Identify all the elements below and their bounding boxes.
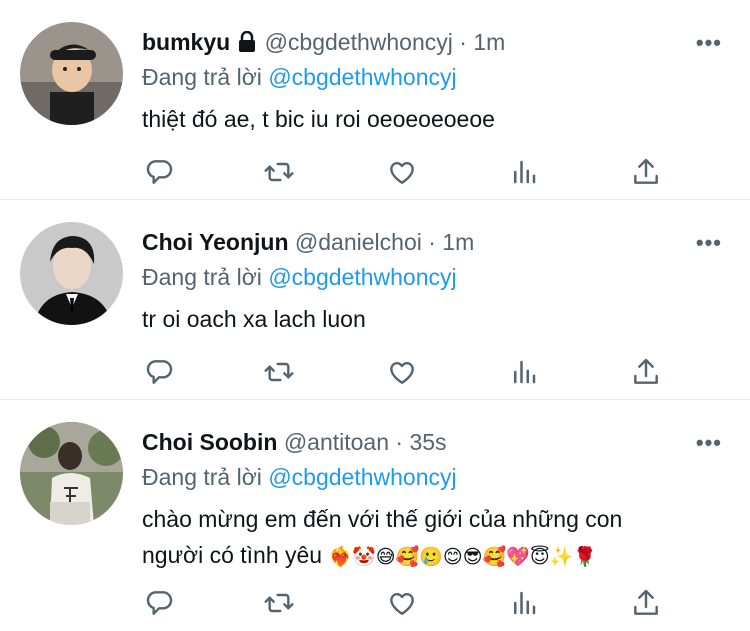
reply-icon[interactable] <box>141 154 177 190</box>
user-handle[interactable]: @cbgdethwhoncyj <box>265 29 453 55</box>
tweet-text: thiệt đó ae, t bic iu roi oeoeoeoeoe <box>142 106 495 132</box>
display-name[interactable]: Choi Yeonjun <box>142 229 289 255</box>
display-name[interactable]: bumkyu <box>142 29 230 55</box>
more-options-icon[interactable]: ••• <box>696 30 722 56</box>
like-icon[interactable] <box>384 354 420 390</box>
replying-prefix: Đang trả lời <box>142 464 262 490</box>
analytics-icon[interactable] <box>506 354 542 390</box>
more-options-icon[interactable]: ••• <box>696 230 722 256</box>
replying-to-handle[interactable]: @cbgdethwhoncyj <box>268 64 456 90</box>
replying-to: Đang trả lời @cbgdethwhoncyj <box>142 262 457 292</box>
tweet-text-line: người có tình yêu ❤️‍🔥🤡😅🥰🥲😊😎🥰💖😇✨🌹 <box>142 537 722 575</box>
emoji-sequence: ❤️‍🔥🤡😅🥰🥲😊😎🥰💖😇✨🌹 <box>328 546 597 568</box>
share-icon[interactable] <box>628 354 664 390</box>
timestamp[interactable]: 1m <box>442 229 474 255</box>
analytics-icon[interactable] <box>506 585 542 621</box>
tweet-text-part: người có tình yêu <box>142 542 323 568</box>
share-icon[interactable] <box>628 585 664 621</box>
user-handle[interactable]: @danielchoi <box>295 229 422 255</box>
timestamp[interactable]: 1m <box>473 29 505 55</box>
separator-dot: · <box>459 29 467 55</box>
timestamp[interactable]: 35s <box>409 429 446 455</box>
avatar[interactable] <box>20 22 123 125</box>
replying-prefix: Đang trả lời <box>142 264 262 290</box>
retweet-icon[interactable] <box>261 585 297 621</box>
replying-prefix: Đang trả lời <box>142 64 262 90</box>
tweet-text-line: chào mừng em đến với thế giới của những … <box>142 506 623 532</box>
tweet-header: bumkyu @cbgdethwhoncyj · 1m <box>142 27 505 60</box>
avatar[interactable] <box>20 422 123 525</box>
separator-dot: · <box>428 229 436 255</box>
avatar[interactable] <box>20 222 123 325</box>
display-name[interactable]: Choi Soobin <box>142 429 277 455</box>
like-icon[interactable] <box>384 585 420 621</box>
tweet-reply[interactable]: Choi Yeonjun @danielchoi · 1m ••• Đang t… <box>0 200 750 400</box>
separator-dot: · <box>395 429 404 455</box>
share-icon[interactable] <box>628 154 664 190</box>
retweet-icon[interactable] <box>261 154 297 190</box>
replying-to: Đang trả lời @cbgdethwhoncyj <box>142 62 457 92</box>
action-bar <box>141 354 661 390</box>
replying-to: Đang trả lời @cbgdethwhoncyj <box>142 462 457 492</box>
user-handle[interactable]: @antitoan <box>284 429 389 455</box>
reply-icon[interactable] <box>141 354 177 390</box>
reply-icon[interactable] <box>141 585 177 621</box>
tweet-text: chào mừng em đến với thế giới của những … <box>142 501 722 575</box>
tweet-header: Choi Yeonjun @danielchoi · 1m <box>142 227 474 257</box>
action-bar <box>141 585 661 621</box>
replying-to-handle[interactable]: @cbgdethwhoncyj <box>268 264 456 290</box>
replying-to-handle[interactable]: @cbgdethwhoncyj <box>268 464 456 490</box>
like-icon[interactable] <box>384 154 420 190</box>
tweet-header: Choi Soobin @antitoan · 35s <box>142 427 447 457</box>
retweet-icon[interactable] <box>261 354 297 390</box>
analytics-icon[interactable] <box>506 154 542 190</box>
lock-icon <box>236 30 258 60</box>
tweet-reply[interactable]: bumkyu @cbgdethwhoncyj · 1m ••• Đang trả… <box>0 0 750 200</box>
tweet-reply[interactable]: Choi Soobin @antitoan · 35s ••• Đang trả… <box>0 400 750 631</box>
tweet-text: tr oi oach xa lach luon <box>142 306 366 332</box>
more-options-icon[interactable]: ••• <box>696 430 722 456</box>
action-bar <box>141 154 661 190</box>
